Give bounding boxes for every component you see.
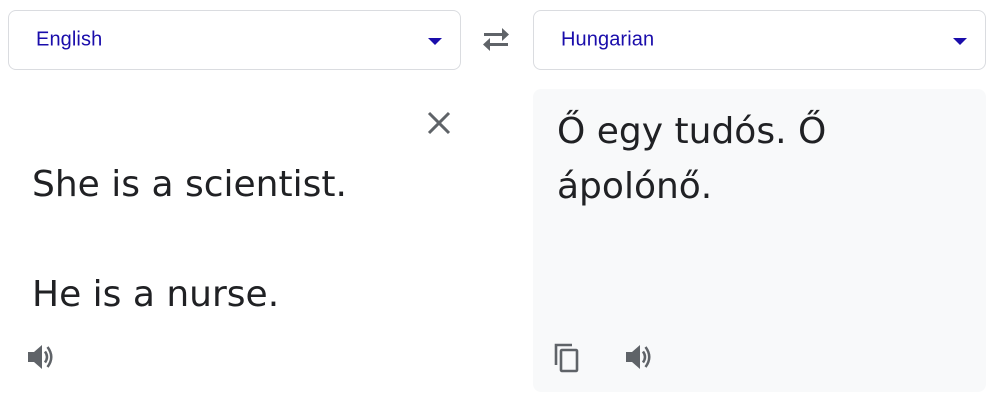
target-language-label: Hungarian [561,28,655,51]
copy-translation-button[interactable] [549,339,585,375]
source-language-select[interactable]: English [8,10,461,70]
source-listen-button[interactable] [24,339,60,375]
target-language-select[interactable]: Hungarian [533,10,986,70]
source-text[interactable]: She is a scientist. He is a nurse. [32,102,412,377]
translation-text-line: Ő egy tudós. Ő [557,111,827,152]
translation-text-line: ápolónő. [557,166,713,207]
source-language-label: English [36,28,103,51]
chevron-down-icon [953,38,967,45]
close-icon [427,111,451,135]
volume-icon [626,345,651,369]
swap-horiz-icon [483,28,509,51]
chevron-down-icon [428,38,442,45]
source-text-line: She is a scientist. [32,164,347,205]
volume-icon [28,345,53,369]
clear-source-button[interactable] [424,108,454,138]
translate-widget: English Hungarian She is a scientist. He… [0,0,996,408]
copy-icon [554,343,579,373]
source-text-area[interactable]: She is a scientist. He is a nurse. [8,90,461,390]
translation-output-area: Ő egy tudós. Ő ápolónő. [533,89,986,392]
swap-languages-button[interactable] [476,22,516,58]
translation-text: Ő egy tudós. Ő ápolónő. [557,104,957,214]
translation-listen-button[interactable] [622,339,658,375]
source-text-line: He is a nurse. [32,274,280,315]
